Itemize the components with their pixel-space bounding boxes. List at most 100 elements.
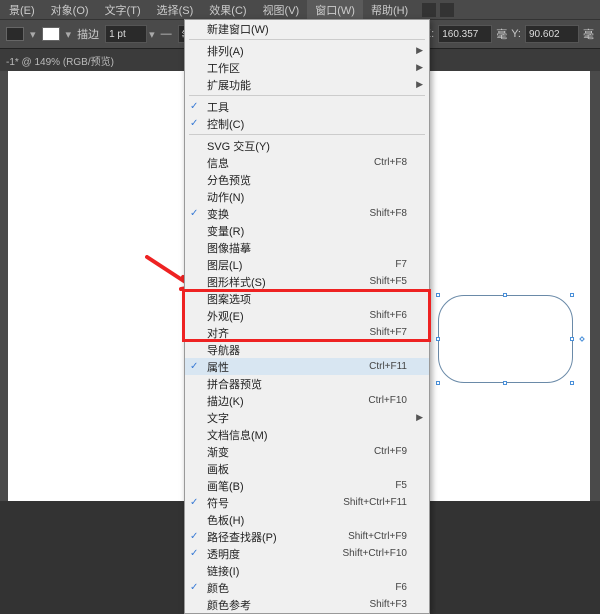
menu-item[interactable]: 颜色参考Shift+F3 bbox=[185, 596, 429, 613]
menu-item[interactable]: 画笔(B)F5 bbox=[185, 477, 429, 494]
x-field[interactable] bbox=[438, 25, 492, 43]
selection-handle[interactable] bbox=[570, 381, 574, 385]
checkmark-icon: ✓ bbox=[190, 101, 198, 112]
menu-item[interactable]: ✓透明度Shift+Ctrl+F10 bbox=[185, 545, 429, 562]
menu-item-label: 渐变 bbox=[207, 444, 374, 460]
y-field[interactable] bbox=[525, 25, 579, 43]
menu-item-label: 外观(E) bbox=[207, 308, 369, 324]
menu-item-label: 动作(N) bbox=[207, 189, 407, 205]
menu-item[interactable]: 链接(I) bbox=[185, 562, 429, 579]
menu-item-shortcut: Shift+Ctrl+F10 bbox=[343, 548, 407, 559]
menu-item[interactable]: ✓符号Shift+Ctrl+F11 bbox=[185, 494, 429, 511]
dropdown-caret-icon[interactable]: ▾ bbox=[66, 28, 72, 41]
menu-item-shortcut: Shift+F8 bbox=[369, 208, 407, 219]
menu-item-shortcut: Ctrl+F9 bbox=[374, 446, 407, 457]
menu-item[interactable]: 信息Ctrl+F8 bbox=[185, 154, 429, 171]
menu-item[interactable]: ✓路径查找器(P)Shift+Ctrl+F9 bbox=[185, 528, 429, 545]
selection-handle[interactable] bbox=[503, 293, 507, 297]
fill-swatch[interactable] bbox=[6, 27, 24, 41]
stroke-swatch[interactable] bbox=[42, 27, 60, 41]
menu-item[interactable]: 文字(T) bbox=[97, 0, 149, 20]
menu-item-label: 扩展功能 bbox=[207, 77, 407, 93]
menu-item[interactable]: 视图(V) bbox=[255, 0, 308, 20]
menu-item[interactable]: 排列(A) ▶ bbox=[185, 42, 429, 59]
menu-item-label: 图层(L) bbox=[207, 257, 395, 273]
menu-item[interactable]: 图像描摹 bbox=[185, 239, 429, 256]
menu-item[interactable]: 选择(S) bbox=[149, 0, 202, 20]
stroke-label[interactable]: 描边 bbox=[77, 26, 99, 42]
rounded-rectangle-shape[interactable] bbox=[438, 295, 573, 383]
menu-item[interactable]: 图形样式(S)Shift+F5 bbox=[185, 273, 429, 290]
selection-handle[interactable] bbox=[436, 381, 440, 385]
menu-item[interactable]: 扩展功能 ▶ bbox=[185, 76, 429, 93]
menu-item[interactable]: 导航器 bbox=[185, 341, 429, 358]
menu-item-label: 工作区 bbox=[207, 60, 407, 76]
menu-item[interactable]: 色板(H) bbox=[185, 511, 429, 528]
menu-item[interactable]: 效果(C) bbox=[201, 0, 254, 20]
menu-item[interactable]: ✓ 工具 bbox=[185, 98, 429, 115]
menu-item[interactable]: 渐变Ctrl+F9 bbox=[185, 443, 429, 460]
menu-item[interactable]: ✓ 控制(C) bbox=[185, 115, 429, 132]
menu-item-shortcut: Shift+F7 bbox=[369, 327, 407, 338]
menu-item[interactable]: 图案选项 bbox=[185, 290, 429, 307]
layout-icon[interactable] bbox=[440, 3, 454, 17]
submenu-arrow-icon: ▶ bbox=[416, 79, 423, 90]
selection-handle[interactable] bbox=[436, 337, 440, 341]
menu-item[interactable]: 文档信息(M) bbox=[185, 426, 429, 443]
menu-item[interactable]: 分色预览 bbox=[185, 171, 429, 188]
menu-item-label: 拼合器预览 bbox=[207, 376, 407, 392]
menu-item-label: 描边(K) bbox=[207, 393, 368, 409]
selection-handle[interactable] bbox=[503, 381, 507, 385]
menu-item[interactable]: 外观(E)Shift+F6 bbox=[185, 307, 429, 324]
menu-item[interactable]: 描边(K)Ctrl+F10 bbox=[185, 392, 429, 409]
menu-item-label: 图形样式(S) bbox=[207, 274, 369, 290]
menu-item-shortcut: F6 bbox=[395, 582, 407, 593]
menu-item-label: 控制(C) bbox=[207, 116, 407, 132]
selection-handle[interactable] bbox=[570, 293, 574, 297]
menu-item[interactable]: 帮助(H) bbox=[363, 0, 416, 20]
menu-item[interactable]: ✓变换Shift+F8 bbox=[185, 205, 429, 222]
menu-item[interactable]: SVG 交互(Y) bbox=[185, 137, 429, 154]
checkmark-icon: ✓ bbox=[190, 118, 198, 129]
menu-item-label: 链接(I) bbox=[207, 563, 407, 579]
menu-item[interactable]: 新建窗口(W) bbox=[185, 20, 429, 37]
menu-item[interactable]: 图层(L)F7 bbox=[185, 256, 429, 273]
menu-item[interactable]: 对象(O) bbox=[43, 0, 97, 20]
menu-item[interactable]: 工作区 ▶ bbox=[185, 59, 429, 76]
menu-item-label: 工具 bbox=[207, 99, 407, 115]
menu-item[interactable]: 窗口(W) bbox=[307, 0, 363, 20]
menu-item[interactable]: 对齐Shift+F7 bbox=[185, 324, 429, 341]
submenu-arrow-icon: ▶ bbox=[416, 45, 423, 56]
menu-item-label: 对齐 bbox=[207, 325, 369, 341]
menu-item[interactable]: 拼合器预览 bbox=[185, 375, 429, 392]
unit: 毫 bbox=[496, 26, 507, 42]
layout-icon[interactable] bbox=[422, 3, 436, 17]
menu-item-label: 文档信息(M) bbox=[207, 427, 407, 443]
checkmark-icon: ✓ bbox=[190, 548, 198, 559]
menu-item-label: 信息 bbox=[207, 155, 374, 171]
checkmark-icon: ✓ bbox=[190, 497, 198, 508]
stroke-weight-field[interactable] bbox=[105, 25, 147, 43]
menu-item[interactable]: 景(E) bbox=[1, 0, 43, 20]
submenu-arrow-icon: ▶ bbox=[416, 62, 423, 73]
menu-item-shortcut: Shift+Ctrl+F9 bbox=[348, 531, 407, 542]
menu-item-shortcut: Shift+F5 bbox=[369, 276, 407, 287]
menu-item[interactable]: 变量(R) bbox=[185, 222, 429, 239]
menu-item-shortcut: Shift+F6 bbox=[369, 310, 407, 321]
menu-item-shortcut: Ctrl+F10 bbox=[368, 395, 407, 406]
menu-item-label: 排列(A) bbox=[207, 43, 407, 59]
selection-handle[interactable] bbox=[570, 337, 574, 341]
menu-separator bbox=[189, 134, 425, 135]
menu-item-label: 符号 bbox=[207, 495, 343, 511]
menu-item-label: 分色预览 bbox=[207, 172, 407, 188]
unit: 毫 bbox=[583, 26, 594, 42]
menu-item-label: 路径查找器(P) bbox=[207, 529, 348, 545]
menu-item[interactable]: 动作(N) bbox=[185, 188, 429, 205]
menu-item[interactable]: ✓属性Ctrl+F11 bbox=[185, 358, 429, 375]
menu-item-label: 图像描摹 bbox=[207, 240, 407, 256]
menu-item[interactable]: 文字▶ bbox=[185, 409, 429, 426]
menu-item[interactable]: 画板 bbox=[185, 460, 429, 477]
selection-handle[interactable] bbox=[436, 293, 440, 297]
dropdown-caret-icon[interactable]: ▾ bbox=[30, 28, 36, 41]
menu-item[interactable]: ✓颜色F6 bbox=[185, 579, 429, 596]
